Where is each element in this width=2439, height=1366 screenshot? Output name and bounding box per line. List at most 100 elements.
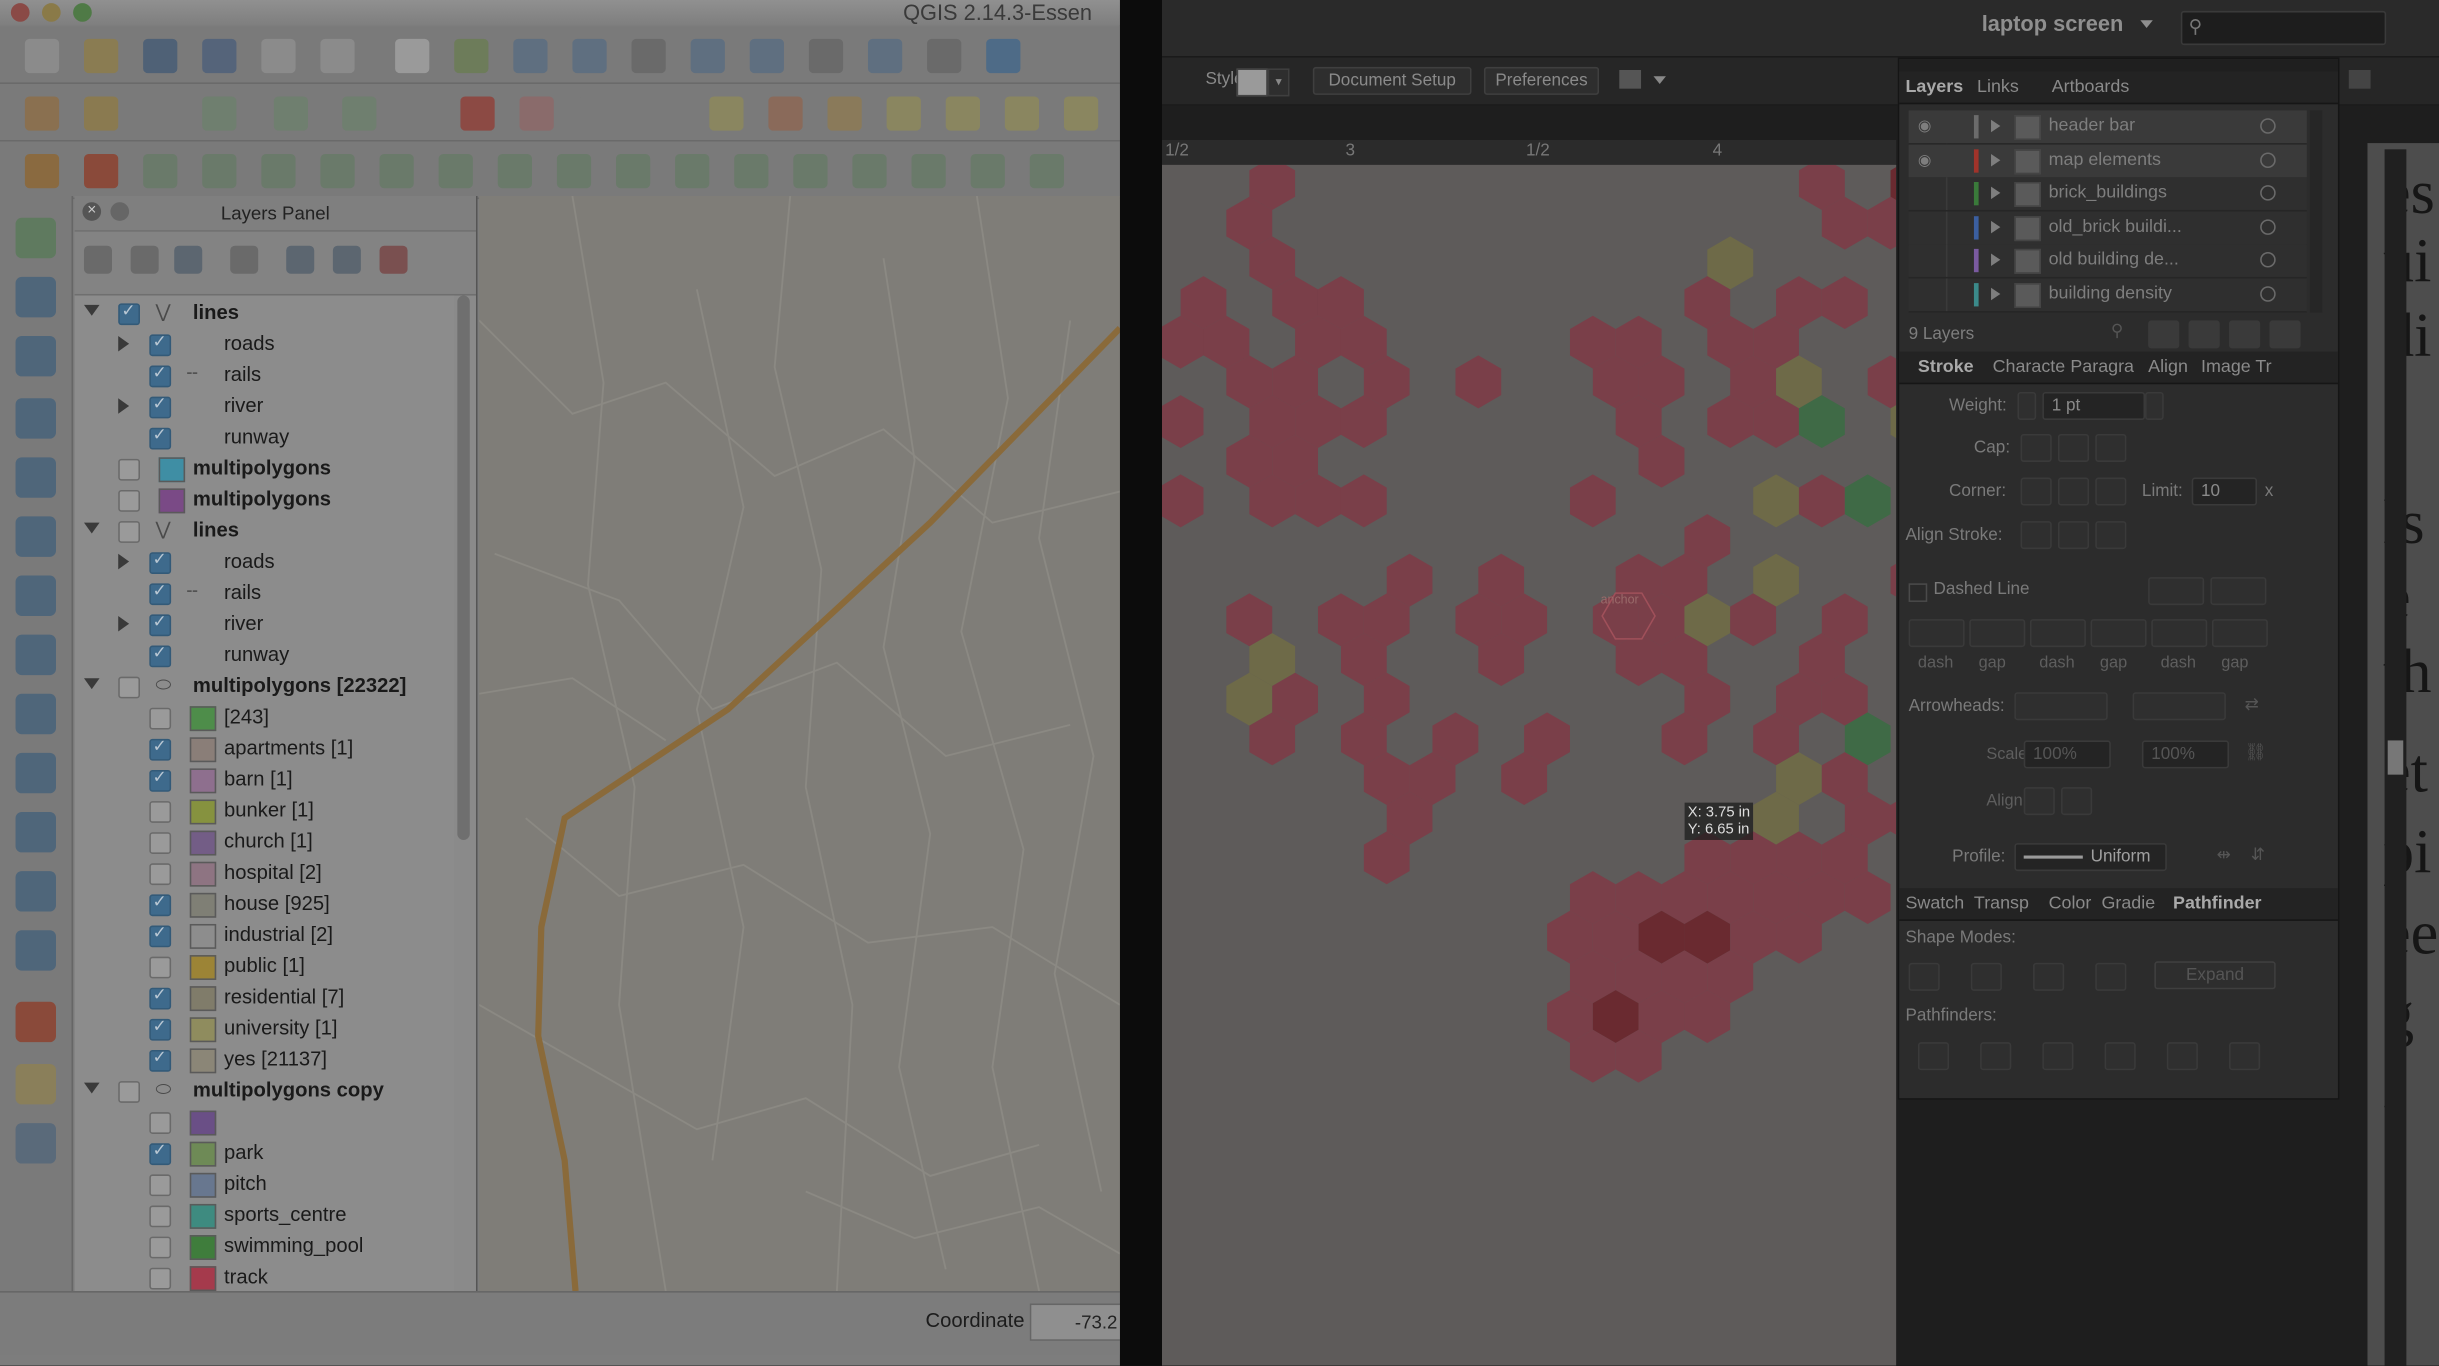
hex-cell[interactable]	[1569, 474, 1616, 528]
expand-arrow-icon[interactable]	[118, 553, 130, 570]
make-clipping-mask-icon[interactable]	[2148, 320, 2180, 349]
zoom-last-icon[interactable]	[867, 38, 903, 74]
layers-scrollbar[interactable]	[457, 295, 470, 840]
collapse-arrow-icon[interactable]	[83, 522, 100, 534]
delete-layer-icon[interactable]	[2269, 320, 2301, 349]
label-move-icon[interactable]	[827, 96, 862, 131]
intersect-icon[interactable]	[2033, 962, 2065, 991]
projecting-cap-icon[interactable]	[2095, 433, 2127, 462]
label-show-icon[interactable]	[945, 96, 980, 131]
undo-icon[interactable]	[83, 153, 119, 189]
minus-front-icon[interactable]	[1970, 962, 2002, 991]
collapse-all-icon[interactable]	[332, 245, 361, 274]
align-outside-icon[interactable]	[2095, 521, 2127, 550]
scripts-icon[interactable]	[15, 1123, 56, 1164]
coordinate-field[interactable]: -73.2	[1029, 1303, 1120, 1341]
link-scale-icon[interactable]: ⛓	[2245, 742, 2267, 763]
exclude-icon[interactable]	[2095, 962, 2127, 991]
zoom-layer-icon[interactable]	[808, 38, 844, 74]
artboard[interactable]: anchor X: 3.75 in Y: 6.65 in	[1161, 164, 1897, 1366]
visibility-eye-icon[interactable]: ◉	[1918, 118, 1937, 135]
merge-features-icon[interactable]	[793, 153, 828, 189]
bevel-join-icon[interactable]	[2095, 477, 2127, 506]
dash-field[interactable]	[1908, 619, 1965, 648]
delete-icon[interactable]	[460, 96, 495, 131]
gap-field[interactable]	[2090, 619, 2147, 648]
tab-stroke[interactable]: Stroke	[1918, 358, 1974, 377]
add-virtual-layer-icon[interactable]	[15, 752, 56, 794]
layer-visibility-checkbox[interactable]	[149, 832, 172, 854]
divide-icon[interactable]	[1917, 1042, 1950, 1071]
add-mssql-layer-icon[interactable]	[15, 457, 56, 498]
new-sublayer-icon[interactable]	[2188, 320, 2220, 349]
layers-scrollbar[interactable]	[2309, 110, 2323, 313]
flip-along-icon[interactable]: ⇹	[2217, 845, 2231, 865]
filter-icon[interactable]	[174, 245, 203, 274]
layer-tree-row[interactable]: church [1]	[75, 828, 455, 859]
fill-ring-icon[interactable]	[438, 153, 473, 189]
layer-tree-row[interactable]: industrial [2]	[75, 921, 455, 952]
layer-tree-row[interactable]: [243]	[75, 703, 455, 734]
hex-cell[interactable]	[1890, 554, 1897, 607]
target-circle-icon[interactable]	[2260, 285, 2276, 301]
lock-column[interactable]	[1945, 277, 1948, 311]
layer-visibility-checkbox[interactable]	[149, 642, 172, 668]
layer-visibility-checkbox[interactable]	[149, 1267, 172, 1290]
hex-cell[interactable]	[1455, 355, 1502, 409]
expand-arrow-icon[interactable]	[118, 335, 130, 352]
target-circle-icon[interactable]	[2260, 185, 2276, 201]
hex-cell[interactable]	[1753, 474, 1799, 528]
expand-layer-icon[interactable]	[1991, 153, 2001, 166]
layer-tree-row[interactable]: track	[75, 1263, 455, 1292]
layer-visibility-checkbox[interactable]	[149, 801, 172, 823]
style-swatch[interactable]	[1236, 68, 1268, 97]
expand-layer-icon[interactable]	[1991, 253, 2001, 266]
expand-arrow-icon[interactable]	[118, 615, 130, 632]
hex-cell[interactable]	[1340, 474, 1387, 528]
hex-cell[interactable]	[1161, 474, 1204, 528]
target-circle-icon[interactable]	[2260, 251, 2276, 268]
tab-transparency[interactable]: Transp	[1974, 894, 2029, 913]
layer-tree-row[interactable]: ⋁ lines	[75, 516, 455, 547]
new-shapefile-icon[interactable]	[15, 811, 56, 853]
visibility-eye-icon[interactable]	[1918, 252, 1937, 268]
layer-tree-row[interactable]: ⋁ lines	[75, 299, 455, 330]
db2-layer-icon[interactable]	[15, 1063, 56, 1105]
add-wms-layer-icon[interactable]	[15, 516, 56, 557]
composer-manager-icon[interactable]	[320, 38, 355, 74]
vertical-scrollbar[interactable]	[2384, 149, 2407, 1366]
layer-row[interactable]: building density	[1908, 277, 2307, 312]
add-vector-layer-icon[interactable]	[15, 217, 56, 259]
dash-field[interactable]	[2029, 619, 2086, 648]
hex-cell[interactable]	[1161, 395, 1204, 448]
crop-icon[interactable]	[2104, 1042, 2136, 1071]
oracle-layer-icon[interactable]	[15, 1001, 56, 1043]
add-wfs-layer-icon[interactable]	[15, 634, 56, 676]
label-rotate-icon[interactable]	[886, 96, 921, 131]
layer-tree-row[interactable]: ╌ rails	[75, 361, 455, 392]
save-edits-icon[interactable]	[143, 96, 178, 131]
node-tool-icon[interactable]	[342, 96, 377, 131]
layer-visibility-checkbox[interactable]	[149, 362, 172, 388]
minimize-window-button[interactable]	[41, 3, 61, 22]
tab-artboards[interactable]: Artboards	[2052, 78, 2130, 97]
expand-button[interactable]: Expand	[2154, 961, 2276, 990]
layer-visibility-checkbox[interactable]	[149, 736, 172, 761]
layer-tree-row[interactable]: apartments [1]	[75, 734, 455, 765]
layer-tree-row[interactable]: pitch	[75, 1170, 455, 1201]
layer-tree-row[interactable]: ⬭ multipolygons [22322]	[75, 672, 455, 703]
locate-object-icon[interactable]: ⚲	[2111, 320, 2139, 345]
layer-visibility-checkbox[interactable]	[149, 1236, 172, 1259]
lock-column[interactable]	[1945, 110, 1948, 144]
tab-layers[interactable]: Layers	[1905, 78, 1963, 97]
layer-visibility-checkbox[interactable]	[149, 1112, 172, 1134]
add-ring-icon[interactable]	[320, 153, 355, 189]
arrow-tip-beyond-icon[interactable]	[2023, 787, 2055, 816]
add-postgis-layer-icon[interactable]	[15, 335, 56, 377]
dash-align-icon[interactable]	[2210, 577, 2267, 606]
limit-field[interactable]: 10	[2191, 477, 2258, 506]
collapse-arrow-icon[interactable]	[83, 1082, 100, 1094]
layer-tree-row[interactable]: yes [21137]	[75, 1045, 455, 1076]
refresh-icon[interactable]	[986, 38, 1021, 74]
scale-end-field[interactable]: 100%	[2141, 740, 2230, 769]
